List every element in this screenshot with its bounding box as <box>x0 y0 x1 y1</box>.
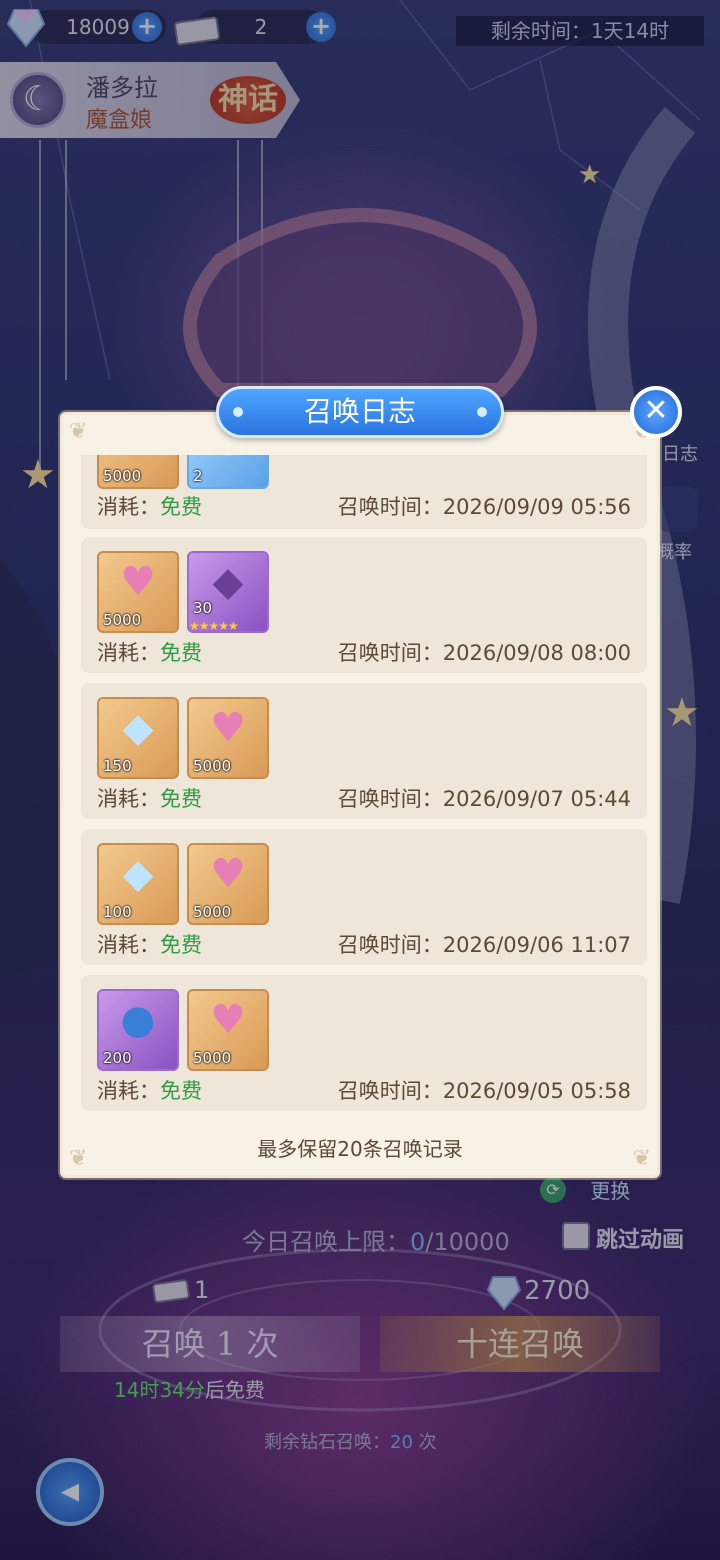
summon-time: 召唤时间：2026/09/06 11:07 <box>337 933 631 957</box>
cost-value: 免费 <box>160 787 202 811</box>
exp-heart-icon: ♥ 5000 <box>97 455 179 489</box>
diamond-icon: ◆ 150 <box>97 697 179 779</box>
cost-info: 消耗：免费 <box>97 929 202 959</box>
cost-info: 消耗：免费 <box>97 637 202 667</box>
summon-time: 召唤时间：2026/09/05 05:58 <box>337 1079 631 1103</box>
log-record: ◆ 100 ♥ 5000 消耗：免费 召唤时间：2026/09/06 11:07 <box>81 829 647 965</box>
cost-info: 消耗：免费 <box>97 491 202 521</box>
cost-info: 消耗：免费 <box>97 1075 202 1105</box>
summon-time: 召唤时间：2026/09/07 05:44 <box>337 787 631 811</box>
cost-label: 消耗： <box>97 495 160 519</box>
cost-value: 免费 <box>160 1079 202 1103</box>
item-quantity: 2 <box>193 467 203 485</box>
title-ornament <box>477 407 487 417</box>
item-quantity: 5000 <box>193 1049 232 1067</box>
item-quantity: 200 <box>103 1049 132 1067</box>
item-quantity: 100 <box>103 903 132 921</box>
summon-time: 召唤时间：2026/09/08 08:00 <box>337 641 631 665</box>
item-quantity: 150 <box>103 757 132 775</box>
dialog-title-text: 召唤日志 <box>303 395 416 428</box>
log-record: ● 200 ♥ 5000 消耗：免费 召唤时间：2026/09/05 05:58 <box>81 975 647 1111</box>
summon-log-list[interactable]: ♥ 5000 ◉ 2 消耗：免费 召唤时间：2026/09/09 05:56 ♥… <box>81 455 647 1121</box>
log-record: ♥ 5000 ◆ 30 ★★★★★ 消耗：免费 召唤时间：2026/09/08 … <box>81 537 647 673</box>
close-button[interactable]: ✕ <box>630 386 682 438</box>
item-quantity: 30 <box>193 599 213 617</box>
close-icon: ✕ <box>643 393 669 428</box>
item-quantity: 5000 <box>193 903 232 921</box>
exp-heart-icon: ♥ 5000 <box>187 843 269 925</box>
dialog-title: 召唤日志 <box>216 386 504 438</box>
summon-log-dialog: ❦ ❦ ❦ ❦ ♥ 5000 ◉ 2 消耗：免费 召唤时间：2026/09/09… <box>60 412 660 1178</box>
summon-time: 召唤时间：2026/09/09 05:56 <box>337 495 631 519</box>
exp-heart-icon: ♥ 5000 <box>97 551 179 633</box>
item-quantity: 5000 <box>103 467 142 485</box>
cost-label: 消耗： <box>97 933 160 957</box>
exp-heart-icon: ♥ 5000 <box>187 697 269 779</box>
title-ornament <box>233 407 243 417</box>
cost-value: 免费 <box>160 641 202 665</box>
corner-ornament: ❦ <box>69 419 88 444</box>
cost-label: 消耗： <box>97 641 160 665</box>
diamond-icon: ◆ 100 <box>97 843 179 925</box>
cost-label: 消耗： <box>97 787 160 811</box>
gold-coins-icon: ◉ 2 <box>187 455 269 489</box>
item-quantity: 5000 <box>193 757 232 775</box>
cost-value: 免费 <box>160 933 202 957</box>
log-footer-note: 最多保留20条召唤记录 <box>257 1137 463 1161</box>
log-record: ◆ 150 ♥ 5000 消耗：免费 召唤时间：2026/09/07 05:44 <box>81 683 647 819</box>
cost-label: 消耗： <box>97 1079 160 1103</box>
cost-value: 免费 <box>160 495 202 519</box>
star-rating-icon: ★★★★★ <box>189 619 239 633</box>
exp-heart-icon: ♥ 5000 <box>187 989 269 1071</box>
crystal-ball-icon: ● 200 <box>97 989 179 1071</box>
item-quantity: 5000 <box>103 611 142 629</box>
purple-crystal-icon: ◆ 30 ★★★★★ <box>187 551 269 633</box>
log-record: ♥ 5000 ◉ 2 消耗：免费 召唤时间：2026/09/09 05:56 <box>81 455 647 529</box>
cost-info: 消耗：免费 <box>97 783 202 813</box>
